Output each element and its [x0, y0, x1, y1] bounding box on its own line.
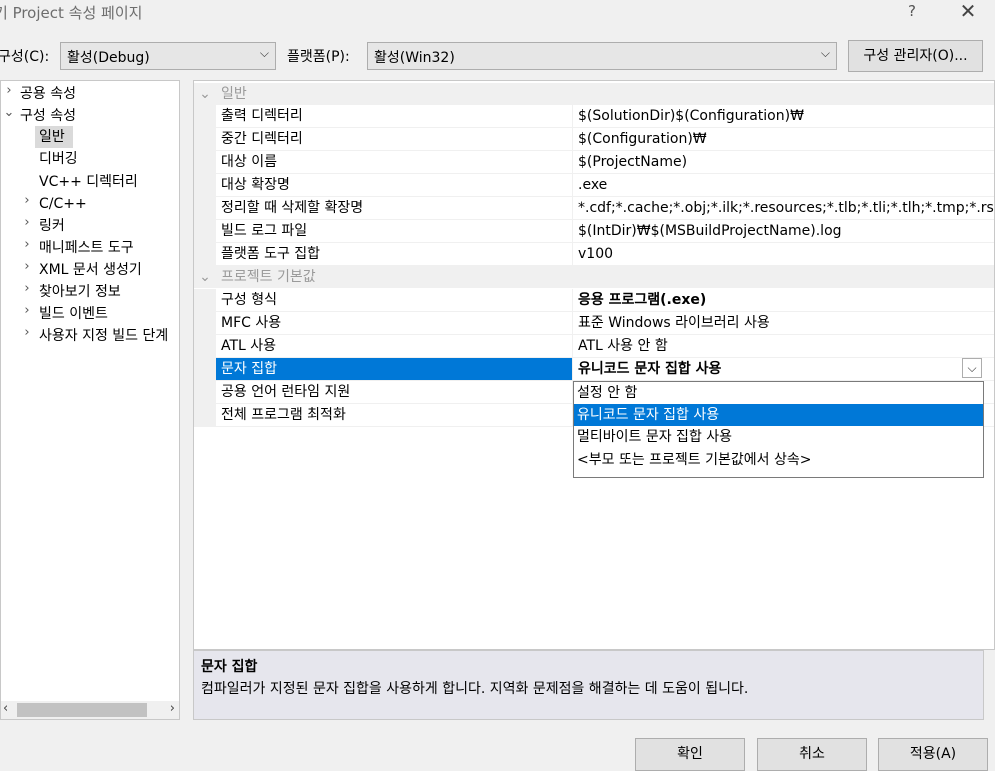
- chevron-down-icon: ⌵: [820, 46, 830, 60]
- ok-button[interactable]: 확인: [635, 738, 745, 771]
- property-name: 구성 형식: [216, 289, 573, 311]
- scroll-left-icon[interactable]: ‹: [3, 701, 8, 716]
- property-row-use-mfc[interactable]: MFC 사용 표준 Windows 라이브러리 사용: [194, 312, 994, 335]
- property-value[interactable]: 표준 Windows 라이브러리 사용: [574, 312, 994, 334]
- property-row-output-dir[interactable]: 출력 디렉터리 $(SolutionDir)$(Configuration)₩: [194, 105, 994, 128]
- tree-item-xml-doc-generator[interactable]: XML 문서 생성기: [39, 259, 142, 281]
- property-value[interactable]: 응용 프로그램(.exe): [574, 289, 994, 311]
- platform-select[interactable]: 활성(Win32) ⌵: [367, 42, 837, 70]
- property-value[interactable]: ATL 사용 안 함: [574, 335, 994, 357]
- character-set-dropdown-list[interactable]: 설정 안 함 유니코드 문자 집합 사용 멀티바이트 문자 집합 사용 <부모 …: [573, 381, 984, 478]
- chevron-down-icon[interactable]: ⌄: [198, 83, 212, 105]
- property-name: 출력 디렉터리: [216, 105, 573, 127]
- config-manager-button[interactable]: 구성 관리자(O)...: [848, 40, 983, 72]
- property-name: 중간 디렉터리: [216, 128, 573, 150]
- chevron-right-icon[interactable]: ›: [21, 193, 33, 208]
- dropdown-option[interactable]: 멀티바이트 문자 집합 사용: [574, 426, 983, 448]
- close-button[interactable]: ✕: [958, 0, 978, 24]
- description-panel: 문자 집합 컴파일러가 지정된 문자 집합을 사용하게 합니다. 지역화 문제점…: [193, 650, 984, 720]
- tree-item-config-properties[interactable]: 구성 속성: [20, 105, 76, 127]
- property-row-clean-extensions[interactable]: 정리할 때 삭제할 확장명 *.cdf;*.cache;*.obj;*.ilk;…: [194, 197, 994, 220]
- description-title: 문자 집합: [201, 659, 258, 675]
- property-row-build-log-file[interactable]: 빌드 로그 파일 $(IntDir)₩$(MSBuildProjectName)…: [194, 220, 994, 243]
- chevron-down-icon[interactable]: ⌄: [198, 266, 212, 288]
- help-button[interactable]: ?: [903, 2, 921, 22]
- tree-horizontal-scrollbar[interactable]: ‹ ›: [1, 701, 179, 719]
- category-project-defaults[interactable]: ⌄ 프로젝트 기본값: [194, 266, 994, 288]
- property-value[interactable]: $(ProjectName): [574, 151, 994, 173]
- apply-button[interactable]: 적용(A): [878, 738, 988, 771]
- config-label: 구성(C):: [0, 49, 50, 65]
- tree-item-custom-build-step[interactable]: 사용자 지정 빌드 단계: [39, 325, 168, 347]
- property-name: MFC 사용: [216, 312, 573, 334]
- tree-item-manifest-tool[interactable]: 매니페스트 도구: [39, 237, 134, 259]
- tree-item-linker[interactable]: 링커: [39, 215, 65, 237]
- chevron-down-icon: ⌵: [259, 46, 269, 60]
- property-name: 대상 이름: [216, 151, 573, 173]
- cancel-button[interactable]: 취소: [757, 738, 867, 771]
- category-general[interactable]: ⌄ 일반: [194, 83, 994, 105]
- tree-item-browse-info[interactable]: 찾아보기 정보: [39, 281, 121, 303]
- property-name: 정리할 때 삭제할 확장명: [216, 197, 573, 219]
- platform-label: 플랫폼(P):: [287, 49, 350, 65]
- chevron-right-icon[interactable]: ›: [21, 325, 33, 340]
- dropdown-option[interactable]: 설정 안 함: [574, 382, 983, 404]
- scroll-right-icon[interactable]: ›: [170, 701, 175, 716]
- property-row-target-name[interactable]: 대상 이름 $(ProjectName): [194, 151, 994, 174]
- chevron-down-icon[interactable]: ⌄: [3, 105, 15, 120]
- property-name: 빌드 로그 파일: [216, 220, 573, 242]
- property-grid[interactable]: ⌄ 일반 출력 디렉터리 $(SolutionDir)$(Configurati…: [193, 80, 995, 650]
- property-row-intermediate-dir[interactable]: 중간 디렉터리 $(Configuration)₩: [194, 128, 994, 151]
- chevron-right-icon[interactable]: ›: [21, 259, 33, 274]
- category-label: 프로젝트 기본값: [221, 269, 316, 285]
- property-value[interactable]: $(IntDir)₩$(MSBuildProjectName).log: [574, 220, 994, 242]
- property-name: 전체 프로그램 최적화: [216, 404, 573, 426]
- property-name: 대상 확장명: [216, 174, 573, 196]
- property-name: 플랫폼 도구 집합: [216, 243, 573, 265]
- tree-item-cpp[interactable]: C/C++: [39, 193, 87, 215]
- tree-item-vc-directories[interactable]: VC++ 디렉터리: [39, 171, 138, 193]
- property-tree[interactable]: › 공용 속성 ⌄ 구성 속성 일반 디버깅 VC++ 디렉터리 › C/C++…: [0, 80, 180, 720]
- property-name: 공용 언어 런타임 지원: [216, 381, 573, 403]
- chevron-right-icon[interactable]: ›: [21, 237, 33, 252]
- category-label: 일반: [221, 86, 247, 102]
- chevron-right-icon[interactable]: ›: [21, 303, 33, 318]
- property-row-platform-toolset[interactable]: 플랫폼 도구 집합 v100: [194, 243, 994, 266]
- tree-item-common-properties[interactable]: 공용 속성: [20, 83, 76, 105]
- property-value[interactable]: $(SolutionDir)$(Configuration)₩: [574, 105, 994, 127]
- tree-item-general[interactable]: 일반: [39, 126, 65, 148]
- property-value[interactable]: v100: [574, 243, 994, 265]
- dropdown-option[interactable]: <부모 또는 프로젝트 기본값에서 상속>: [574, 449, 983, 471]
- chevron-right-icon[interactable]: ›: [3, 83, 15, 98]
- property-name: ATL 사용: [216, 335, 573, 357]
- dropdown-option-selected[interactable]: 유니코드 문자 집합 사용: [574, 404, 983, 426]
- platform-select-value: 활성(Win32): [374, 50, 455, 66]
- config-select-value: 활성(Debug): [67, 50, 150, 66]
- property-value[interactable]: .exe: [574, 174, 994, 196]
- property-value[interactable]: 유니코드 문자 집합 사용: [574, 358, 994, 380]
- property-value[interactable]: *.cdf;*.cache;*.obj;*.ilk;*.resources;*.…: [574, 197, 994, 219]
- property-name: 문자 집합: [216, 358, 573, 380]
- tree-item-build-events[interactable]: 빌드 이벤트: [39, 303, 108, 325]
- chevron-right-icon[interactable]: ›: [21, 281, 33, 296]
- property-row-target-extension[interactable]: 대상 확장명 .exe: [194, 174, 994, 197]
- property-row-character-set[interactable]: 문자 집합 유니코드 문자 집합 사용 ⌵: [194, 358, 994, 381]
- chevron-right-icon[interactable]: ›: [21, 215, 33, 230]
- dropdown-arrow-icon[interactable]: ⌵: [962, 358, 982, 378]
- description-text: 컴파일러가 지정된 문자 집합을 사용하게 합니다. 지역화 문제점을 해결하는…: [201, 681, 749, 697]
- window-title: 기 Project 속성 페이지: [0, 4, 143, 22]
- tree-item-debugging[interactable]: 디버깅: [39, 148, 78, 170]
- property-value[interactable]: $(Configuration)₩: [574, 128, 994, 150]
- config-select[interactable]: 활성(Debug) ⌵: [60, 42, 276, 70]
- property-row-use-atl[interactable]: ATL 사용 ATL 사용 안 함: [194, 335, 994, 358]
- property-row-configuration-type[interactable]: 구성 형식 응용 프로그램(.exe): [194, 289, 994, 312]
- scrollbar-thumb[interactable]: [17, 703, 147, 717]
